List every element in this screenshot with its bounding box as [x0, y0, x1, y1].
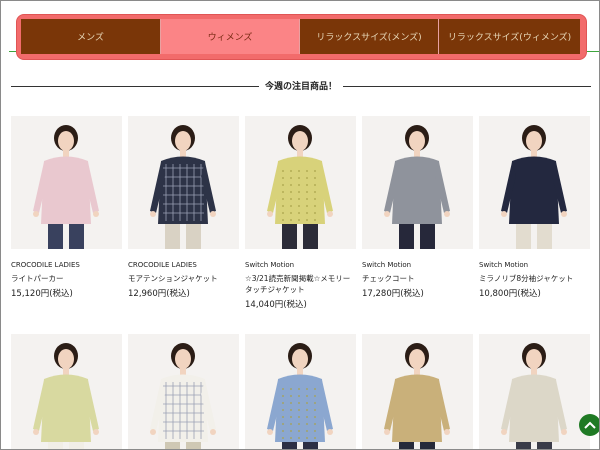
product-price: 17,280円(税込): [362, 289, 424, 299]
product-name[interactable]: モアテンションジャケット: [128, 273, 239, 284]
milano-rib-jacket-photo[interactable]: [479, 116, 590, 249]
product-price: 10,800円(税込): [479, 289, 541, 299]
product-card[interactable]: CROCODILE LADIES モアテンションジャケット 12,960円(税込): [128, 116, 239, 299]
striped-top-photo[interactable]: [11, 334, 122, 449]
product-brand: Switch Motion: [479, 261, 529, 269]
light-parka-photo[interactable]: [11, 116, 122, 249]
product-brand: Switch Motion: [245, 261, 295, 269]
product-name[interactable]: ライトパーカー: [11, 273, 122, 284]
product-brand: Switch Motion: [362, 261, 412, 269]
product-card[interactable]: [479, 334, 590, 449]
tab-womens[interactable]: ウィメンズ: [161, 19, 300, 54]
tab-relax-mens[interactable]: リラックスサイズ(メンズ): [300, 19, 439, 54]
product-price: 14,040円(税込): [245, 300, 307, 310]
product-card[interactable]: [11, 334, 122, 449]
section-title: 今週の注目商品！: [264, 82, 337, 92]
trench-coat-photo[interactable]: [362, 334, 473, 449]
product-card[interactable]: [362, 334, 473, 449]
category-tabs: メンズ ウィメンズ リラックスサイズ(メンズ) リラックスサイズ(ウィメンズ): [21, 19, 580, 54]
plaid-jacket-photo[interactable]: [128, 116, 239, 249]
tab-label: ウィメンズ: [207, 33, 253, 43]
product-name[interactable]: ミラノリブ8分袖ジャケット: [479, 273, 590, 284]
tab-relax-womens[interactable]: リラックスサイズ(ウィメンズ): [439, 19, 580, 54]
memory-touch-jacket-photo[interactable]: [245, 116, 356, 249]
section-heading: 今週の注目商品！: [1, 79, 599, 93]
heading-rule: [343, 86, 591, 87]
beige-coat-photo[interactable]: [479, 334, 590, 449]
product-card[interactable]: Switch Motion ☆3/21読売新聞掲載☆メモリータッチジャケット 14,…: [245, 116, 356, 310]
product-card[interactable]: CROCODILE LADIES ライトパーカー 15,120円(税込): [11, 116, 122, 299]
tab-label: リラックスサイズ(ウィメンズ): [447, 33, 572, 43]
back-to-top-button[interactable]: [579, 414, 599, 436]
page-frame: メンズ ウィメンズ リラックスサイズ(メンズ) リラックスサイズ(ウィメンズ) …: [0, 0, 600, 450]
product-brand: CROCODILE LADIES: [11, 261, 80, 269]
tab-label: リラックスサイズ(メンズ): [316, 33, 422, 43]
product-card[interactable]: [128, 334, 239, 449]
product-name[interactable]: ☆3/21読売新聞掲載☆メモリータッチジャケット: [245, 273, 356, 295]
check-coat-photo[interactable]: [362, 116, 473, 249]
product-name[interactable]: チェックコート: [362, 273, 473, 284]
chevron-up-icon: [584, 421, 596, 429]
product-price: 12,960円(税込): [128, 289, 190, 299]
white-shirt-photo[interactable]: [128, 334, 239, 449]
blue-jacket-photo[interactable]: [245, 334, 356, 449]
product-card[interactable]: [245, 334, 356, 449]
tab-label: メンズ: [77, 33, 104, 43]
product-brand: CROCODILE LADIES: [128, 261, 197, 269]
product-card[interactable]: Switch Motion チェックコート 17,280円(税込): [362, 116, 473, 299]
product-price: 15,120円(税込): [11, 289, 73, 299]
heading-rule: [11, 86, 259, 87]
product-card[interactable]: Switch Motion ミラノリブ8分袖ジャケット 10,800円(税込): [479, 116, 590, 299]
tab-mens[interactable]: メンズ: [21, 19, 161, 54]
